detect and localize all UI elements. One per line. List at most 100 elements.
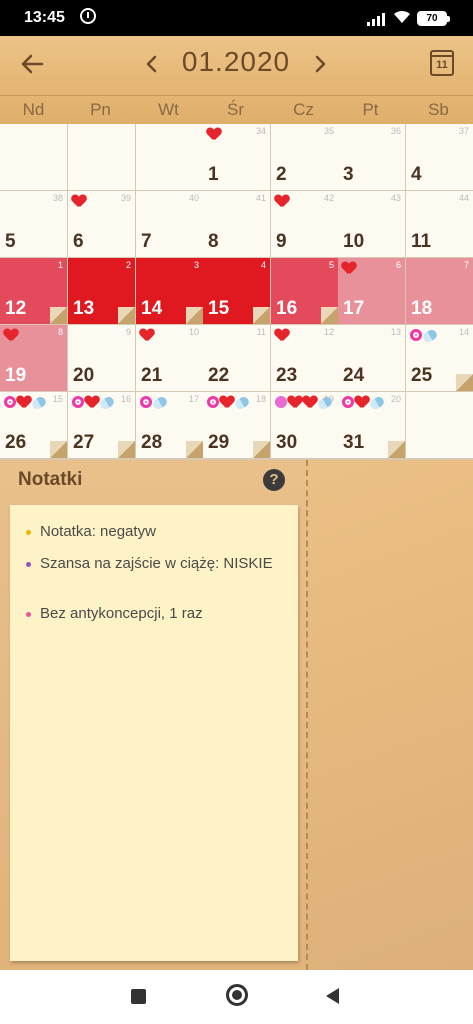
calendar-day[interactable]: 14 25 [406,325,473,391]
cycle-day-number: 10 [188,327,199,337]
cycle-day-number: 9 [125,327,131,337]
calendar-day[interactable]: 9 20 [68,325,135,391]
calendar-day[interactable]: 10 21 [136,325,203,391]
cycle-day-number: 35 [323,126,334,136]
day-number: 7 [141,231,152,252]
today-calendar-icon[interactable]: 11 [430,50,454,76]
calendar-day[interactable]: 17 28 [136,392,203,458]
calendar-day-period[interactable]: 1 12 [0,258,67,324]
notes-title: Notatki [18,469,83,490]
back-button[interactable] [326,988,339,1004]
calendar-day[interactable]: 40 7 [136,191,203,257]
calendar-day[interactable]: 18 29 [203,392,270,458]
cycle-day-number: 37 [458,126,469,136]
month-title: 01.2020 [181,46,291,77]
calendar-day[interactable]: 12 23 [271,325,338,391]
weekday-thursday: Cz [293,100,314,119]
pill-icon [316,395,334,411]
calendar-day-period[interactable]: 4 15 [203,258,270,324]
help-icon[interactable]: ? [263,469,285,491]
cycle-day-number: 5 [328,260,334,270]
calendar-day[interactable]: 16 27 [68,392,135,458]
day-number: 17 [343,298,365,319]
cycle-day-number: 11 [256,327,266,337]
day-number: 2 [276,164,287,185]
calendar-day[interactable]: 35 2 [271,124,338,190]
cycle-day-number: 16 [120,394,131,404]
note-item-text: Notatka: negatyw [40,523,156,540]
calendar-day[interactable]: 44 11 [406,191,473,257]
day-number: 22 [208,365,230,386]
calendar-day-period[interactable]: 2 13 [68,258,135,324]
cycle-day-number: 38 [52,193,63,203]
day-number: 27 [73,432,95,453]
cycle-day-number: 39 [120,193,131,203]
calendar-day[interactable]: 15 26 [0,392,67,458]
calendar-day[interactable]: 20 31 [338,392,405,458]
intercourse-heart-icon [355,396,369,408]
calendar-day[interactable]: 42 9 [271,191,338,257]
day-number: 16 [276,298,298,319]
calendar-day-empty [136,124,203,190]
calendar-day[interactable]: 34 1 [203,124,270,190]
intercourse-heart-icon [17,396,31,408]
cycle-day-number: 42 [323,193,334,203]
day-number: 13 [73,298,95,319]
calendar-day-empty [406,392,473,458]
home-button[interactable] [226,984,248,1006]
weekday-friday: Pt [362,100,379,119]
recent-apps-button[interactable] [131,989,146,1004]
note-corner-icon [321,307,338,324]
day-number: 1 [208,164,219,185]
calendar-day[interactable]: 36 3 [338,124,405,190]
today-calendar-icon-day: 11 [436,59,448,71]
notes-card[interactable]: Notatka: negatyw Szansa na zajście w cią… [10,505,298,961]
note-corner-icon [50,441,67,458]
header-divider [0,95,473,96]
status-time: 13:45 [24,9,65,26]
next-month-button[interactable] [308,50,332,78]
intercourse-heart-icon [303,396,317,408]
calendar-day-period[interactable]: 7 18 [406,258,473,324]
note-corner-icon [253,441,270,458]
day-number: 31 [343,432,365,453]
day-number: 20 [73,365,95,386]
back-arrow-icon[interactable] [16,48,48,80]
bullet-icon [26,562,31,567]
calendar-day[interactable]: 39 6 [68,191,135,257]
battery-icon: 70 [417,11,450,26]
cycle-day-number: 18 [255,394,266,404]
intercourse-heart-icon [275,329,289,341]
calendar-day[interactable]: 41 8 [203,191,270,257]
pill-icon [421,328,439,344]
calendar-day[interactable]: 37 4 [406,124,473,190]
day-number: 29 [208,432,230,453]
calendar-day-empty [68,124,135,190]
calendar-day[interactable]: 38 5 [0,191,67,257]
calendar-day[interactable]: 13 24 [338,325,405,391]
calendar-day-period[interactable]: 6 17 [338,258,405,324]
status-bar: 13:45 70 [0,0,473,36]
note-corner-icon [118,441,135,458]
note-item: Notatka: negatyw [26,522,290,542]
weekday-tuesday: Wt [158,100,179,119]
day-number: 15 [208,298,230,319]
day-number: 25 [411,365,433,386]
calendar-day-period[interactable]: 3 14 [136,258,203,324]
calendar-grid: 34 1 35 2 36 3 37 4 38 5 39 6 40 7 41 8 … [0,124,473,460]
day-number: 3 [343,164,354,185]
calendar-day[interactable]: 19 30 [271,392,338,458]
calendar-day[interactable]: 43 10 [338,191,405,257]
cycle-day-number: 14 [458,327,469,337]
cycle-day-number: 17 [188,394,199,404]
calendar-day-period[interactable]: 8 19 [0,325,67,391]
cycle-day-number: 12 [323,327,334,337]
intercourse-heart-icon [288,396,302,408]
flower-icon [72,396,84,408]
calendar-day-period[interactable]: 5 16 [271,258,338,324]
cycle-day-number: 8 [57,327,63,337]
previous-month-button[interactable] [140,50,164,78]
cycle-day-number: 41 [255,193,266,203]
day-number: 24 [343,365,365,386]
calendar-day[interactable]: 11 22 [203,325,270,391]
